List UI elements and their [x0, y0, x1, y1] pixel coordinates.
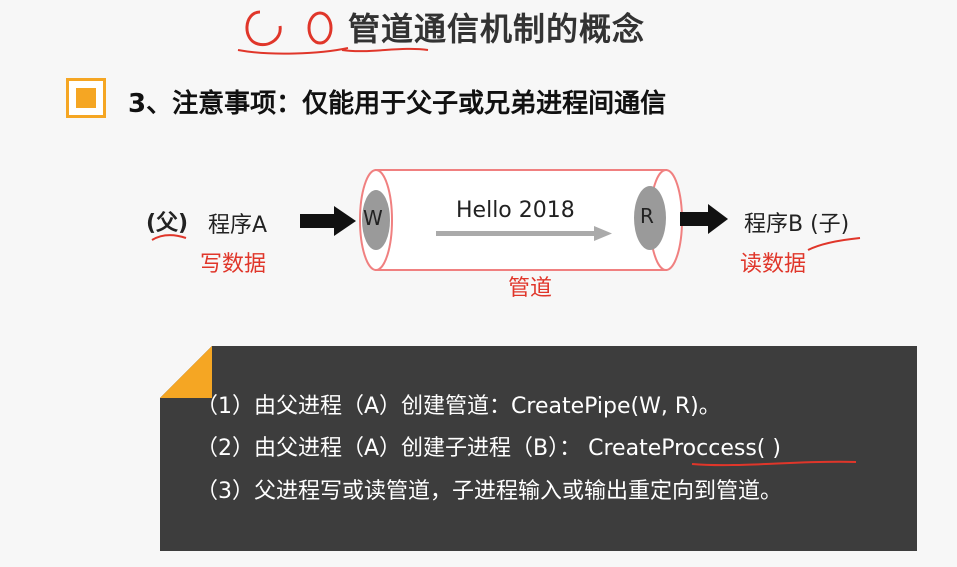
- write-end-label: W: [363, 206, 383, 230]
- read-data-label: 读数据: [740, 252, 807, 277]
- arrow-right-icon: [680, 204, 728, 234]
- read-end-label: R: [640, 204, 654, 228]
- pipe-message: Hello 2018: [456, 198, 575, 223]
- program-b-label: 程序B (子): [744, 212, 850, 237]
- arrow-right-icon: [300, 206, 356, 236]
- createprocess-underline: [691, 460, 857, 467]
- pipe-diagram: [300, 169, 861, 271]
- pipe-label: 管道: [508, 276, 553, 301]
- note-line-3: （3）父进程写或读管道，子进程输入或输出重定向到管道。: [196, 479, 782, 504]
- note-line-1: （1）由父进程（A）创建管道：CreatePipe(W, R)。: [196, 394, 721, 419]
